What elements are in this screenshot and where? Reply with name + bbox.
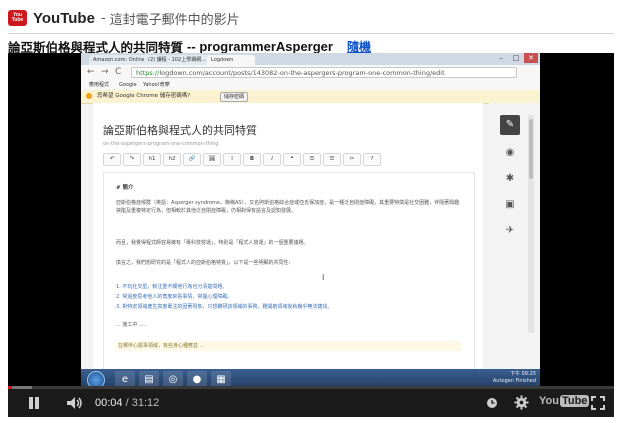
cut-icon: ✂ [343,153,361,166]
address-bar: https://logdown.com/account/posts/143082… [131,67,517,78]
bookmark-google: Google [119,82,137,88]
redo-icon: ↷ [123,153,141,166]
url-scheme: https:// [136,69,160,77]
page-scrollbar [528,115,534,333]
header-subtitle: 這封電子郵件中的影片 [109,12,240,28]
bookmarks-bar: 應用程式 Google Yahoo!奇摩 [81,80,540,90]
h1-button: h1 [143,153,161,166]
maximize-icon: □ [512,54,520,62]
md-paragraph-3: 換言之，我們想研究的是「程式人的亞斯伯格特質」，以下是一些明顯的共同性： [116,260,294,266]
current-time: 00:04 [95,397,123,409]
close-icon: ✕ [524,53,538,63]
video-frame: Amazon.com: Online Sh... (2) 課程 - 102上學期… [81,53,540,391]
post-slug: on-the-aspergers-program-one-common-thin… [103,141,219,147]
system-tray: 下午 09:25 Autogen Finished [493,371,536,385]
tray-clock: 下午 09:25 [510,371,536,377]
brand-name: YouTube [33,9,95,27]
save-password-infobar: 您希望 Google Chrome 儲存密碼嗎? 儲存密碼 [81,90,540,104]
bookmark-yahoo: Yahoo!奇摩 [143,82,170,88]
browser-url-row: ← → C https://logdown.com/account/posts/… [81,65,540,81]
link-icon: 🔗 [183,153,201,166]
post-editor: 論亞斯伯格與程式人的共同特質 on-the-aspergers-program-… [93,103,483,391]
md-paragraph-1: 亞斯伯格症候群（英語：Asperger syndrome，簡稱AS），又名阿斯伯… [116,200,460,214]
time-display: 00:04 / 31:12 [95,389,159,417]
volume-icon[interactable] [64,389,86,417]
bullet-list-icon: ☰ [303,153,321,166]
text-cursor-icon: I [322,273,325,282]
header-divider [8,33,614,34]
player-controls: 00:04 / 31:12 You Tube [8,389,614,417]
forward-icon: → [101,67,109,77]
help-icon: ? [363,153,381,166]
md-ellipsis: ... 施工中 ..... [116,322,147,328]
md-list-item: 3. 對特定領域產生高度專注的固著現象，只想鑽研該領域的事務，難開啟領域後就幾乎… [116,304,333,310]
url-path: logdown.com/account/posts/143082-on-the-… [159,69,445,77]
md-heading: # 簡介 [116,185,134,191]
italic-icon: I [263,153,281,166]
md-list-item: 1. 不玩社交型，較注重不關他行為也分清楚問題。 [116,284,228,290]
save-password-button: 儲存密碼 [220,92,249,102]
md-paragraph-2: 而且，我覺得程式師容易擁有「專科技營運」，特別是「程式人營運」的一個重要議題。 [116,240,309,246]
logo-line2: Tube [11,17,24,23]
author-name: programmerAsperger [199,38,333,54]
undo-icon: ↶ [103,153,121,166]
player-logo-right: Tube [559,395,590,407]
browser-tab-logdown: Logdown [207,55,255,65]
tray-label: Autogen Finished [492,378,536,384]
video-player[interactable]: Amazon.com: Online Sh... (2) 課程 - 102上學期… [8,53,614,417]
h2-button: h2 [163,153,181,166]
watch-later-icon[interactable] [484,389,500,417]
fullscreen-icon[interactable] [588,389,608,417]
scrollbar-thumb [529,119,533,179]
browser-tab-amazon: Amazon.com: Online Sh... [89,55,149,65]
italic-cursor-icon: I [223,153,241,166]
settings-gear-icon[interactable] [511,389,531,417]
image-icon: 🖼 [203,153,221,166]
pause-icon[interactable] [24,389,44,417]
infobar-message: 您希望 Google Chrome 儲存密碼嗎? [97,93,191,99]
quote-icon: ❝ [283,153,301,166]
header-separator: - [100,10,106,26]
youtube-player-logo[interactable]: You Tube [539,395,590,407]
md-list-item: 2. 常過度思考他人的角度來看事情，常擅心理障礙。 [116,294,233,300]
player-logo-left: You [539,395,559,407]
post-title: 論亞斯伯格與程式人的共同特質 [103,124,257,137]
reload-icon: C [115,67,122,77]
markdown-textarea: # 簡介 亞斯伯格症候群（英語：Asperger syndrome，簡稱AS），… [103,172,475,391]
duration: 31:12 [131,397,160,409]
editor-toolbar: ↶ ↷ h1 h2 🔗 🖼 I B I ❝ ☰ ☰ ✂ ? [103,153,383,166]
video-author[interactable]: -- programmerAsperger [187,39,333,54]
settings-icon: ✱ [505,173,515,184]
time-separator: / [125,397,129,409]
save-icon: ▣ [505,199,515,210]
minimize-icon: – [499,54,503,62]
numbered-list-icon: ☰ [323,153,341,166]
email-header: You Tube YouTube - 這封電子郵件中的影片 [8,8,614,28]
bookmark-apps: 應用程式 [89,82,110,88]
unsubscribe-link[interactable]: 隨機 [347,38,371,55]
browser-tab-course: (2) 課程 - 102上學期網... [144,55,212,65]
title-separator: -- [187,38,196,54]
back-icon: ← [87,67,95,77]
browser-tab-bar: Amazon.com: Online Sh... (2) 課程 - 102上學期… [81,53,540,65]
md-quote: 在哪伴心擺事領域，有些身心種應並 ... [116,341,461,351]
bold-icon: B [243,153,261,166]
youtube-logo-icon[interactable]: You Tube [8,10,27,26]
preview-icon: ◉ [505,147,515,158]
publish-icon: ✈ [505,225,515,236]
key-icon [86,93,92,99]
edit-icon: ✎ [500,115,520,135]
